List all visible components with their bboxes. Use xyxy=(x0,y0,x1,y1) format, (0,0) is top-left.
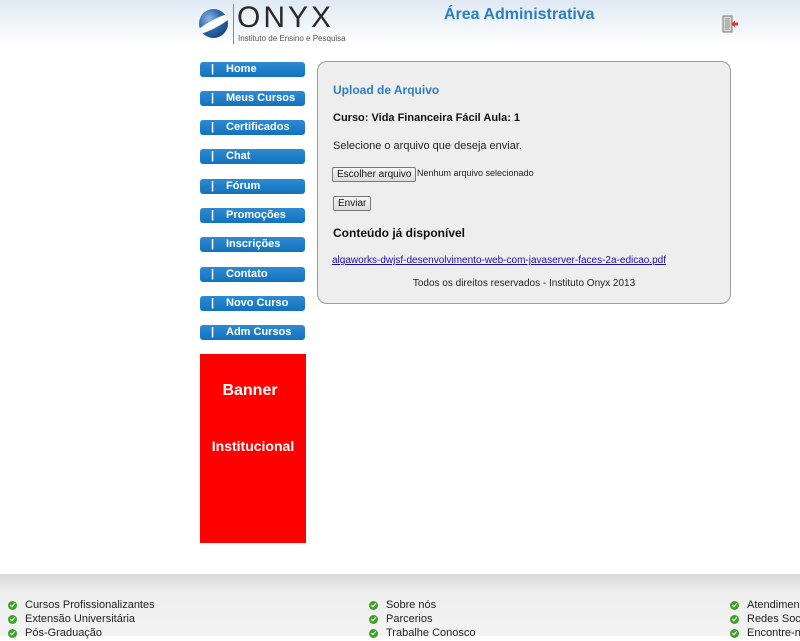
menu-item-label: Adm Cursos xyxy=(226,326,292,338)
menu-item-label: Home xyxy=(226,63,257,75)
select-file-instruction: Selecione o arquivo que deseja enviar. xyxy=(333,140,522,152)
upload-title: Upload de Arquivo xyxy=(333,83,440,97)
no-file-selected-text: Nenhum arquivo selecionado xyxy=(417,168,534,178)
copyright-text: Todos os direitos reservados - Instituto… xyxy=(412,278,636,289)
menu-item-home[interactable]: | Home xyxy=(200,62,305,77)
globe-logo-icon xyxy=(199,9,228,38)
available-content-heading: Conteúdo já disponível xyxy=(333,226,466,240)
menu-item-label: Promoções xyxy=(226,209,286,221)
menu-bar-separator: | xyxy=(211,238,215,250)
footer-link-label: Redes Soci xyxy=(747,613,800,625)
menu-bar-separator: | xyxy=(211,209,215,221)
footer-column-contact: Atendiment Redes Soci Encontre-n xyxy=(730,600,800,640)
institutional-banner[interactable]: Banner Institucional xyxy=(200,354,306,543)
footer-link-label: Parcerios xyxy=(386,613,433,625)
menu-bar-separator: | xyxy=(211,180,215,192)
footer-link-label: Cursos Profissionalizantes xyxy=(25,599,155,611)
menu-item-contato[interactable]: | Contato xyxy=(200,267,305,282)
send-button[interactable]: Enviar xyxy=(333,196,372,211)
menu-item-forum[interactable]: | Fórum xyxy=(200,179,305,194)
menu-item-label: Inscrições xyxy=(226,238,281,250)
footer-link-label: Atendiment xyxy=(747,600,800,611)
menu-item-certificados[interactable]: | Certificados xyxy=(200,120,305,135)
menu-item-meus-cursos[interactable]: | Meus Cursos xyxy=(200,91,305,106)
pdf-file-link[interactable]: algaworks-dwjsf-desenvolvimento-web-com-… xyxy=(332,255,666,266)
menu-item-label: Novo Curso xyxy=(226,297,289,309)
menu-item-label: Contato xyxy=(226,268,268,280)
header-band xyxy=(0,0,800,46)
menu-item-label: Chat xyxy=(226,150,251,162)
menu-item-label: Certificados xyxy=(226,121,290,133)
upload-panel: Upload de Arquivo Curso: Vida Financeira… xyxy=(317,61,731,304)
footer-link-label: Pós-Graduação xyxy=(25,627,103,639)
green-check-icon xyxy=(369,615,378,624)
logo-wordmark: ONYX xyxy=(237,1,335,34)
exit-door-icon[interactable] xyxy=(721,15,739,33)
footer-link-label: Extensão Universitária xyxy=(25,613,136,625)
menu-bar-separator: | xyxy=(211,268,215,280)
menu-item-chat[interactable]: | Chat xyxy=(200,149,305,164)
green-check-icon xyxy=(730,615,739,624)
menu-item-novo-curso[interactable]: | Novo Curso xyxy=(200,296,305,311)
footer-link-label: Trabalhe Conosco xyxy=(386,627,476,639)
green-check-icon xyxy=(730,629,739,638)
green-check-icon xyxy=(8,601,17,610)
menu-item-label: Fórum xyxy=(226,180,261,192)
footer: Cursos Profissionalizantes Extensão Univ… xyxy=(0,574,800,639)
green-check-icon xyxy=(8,615,17,624)
green-check-icon xyxy=(730,601,739,610)
onyx-logo[interactable]: ONYX Instituto de Ensino e Pesquisa xyxy=(199,1,349,46)
menu-item-inscricoes[interactable]: | Inscrições xyxy=(200,237,305,252)
menu-bar-separator: | xyxy=(211,150,215,162)
footer-link-label: Encontre-n xyxy=(747,627,800,639)
menu-bar-separator: | xyxy=(211,326,215,338)
menu-bar-separator: | xyxy=(211,297,215,309)
footer-link-label: Sobre nós xyxy=(386,599,437,611)
course-info: Curso: Vida Financeira Fácil Aula: 1 xyxy=(333,112,521,124)
menu-item-label: Meus Cursos xyxy=(226,92,296,104)
banner-line-1: Banner xyxy=(222,382,278,399)
admin-area-title: Área Administrativa xyxy=(444,6,595,23)
green-check-icon xyxy=(8,629,17,638)
logo-subtitle: Instituto de Ensino e Pesquisa xyxy=(238,34,346,43)
logo-divider xyxy=(233,4,234,44)
choose-file-button[interactable]: Escolher arquivo xyxy=(332,167,417,182)
green-check-icon xyxy=(369,629,378,638)
menu-bar-separator: | xyxy=(211,63,215,75)
menu-bar-separator: | xyxy=(211,92,215,104)
banner-line-2: Institucional xyxy=(211,438,295,454)
menu-item-promocoes[interactable]: | Promoções xyxy=(200,208,305,223)
menu-bar-separator: | xyxy=(211,121,215,133)
menu-item-adm-cursos[interactable]: | Adm Cursos xyxy=(200,325,305,340)
green-check-icon xyxy=(369,601,378,610)
